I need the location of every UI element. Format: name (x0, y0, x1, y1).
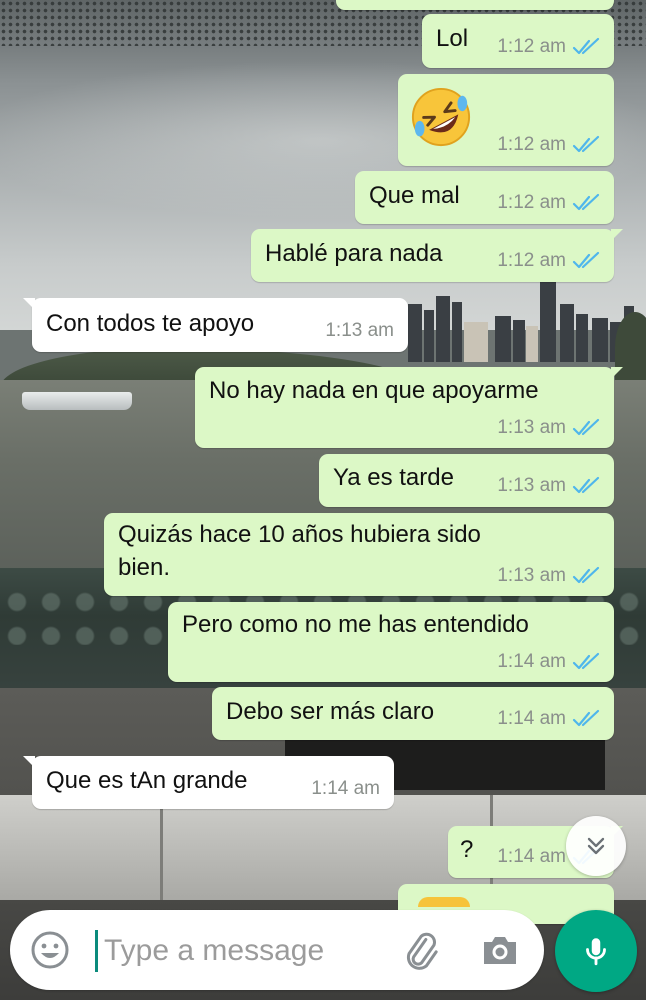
double-chevron-down-icon (587, 837, 605, 855)
message-bubble-outgoing[interactable]: Debo ser más claro 1:14 am (212, 687, 614, 740)
double-check-read-icon (572, 709, 600, 727)
message-time: 1:12 am (497, 192, 566, 213)
message-meta: 1:14 am (497, 651, 600, 673)
double-check-read-icon (572, 251, 600, 269)
bubble-tail (611, 229, 623, 241)
message-text: Que es tAn grande (46, 767, 248, 794)
double-check-read-icon (572, 566, 600, 584)
message-meta: 1:12 am (497, 192, 600, 214)
bubble-tail (611, 367, 623, 379)
message-time: 1:13 am (497, 417, 566, 438)
message-text: Debo ser más claro (226, 698, 435, 725)
wallpaper-city-skyline (408, 282, 634, 362)
camera-icon[interactable] (480, 932, 520, 968)
message-text: No hay nada en que apoyarme (209, 377, 539, 404)
message-text-line-1: Quizás hace 10 años hubiera sido (118, 521, 481, 548)
message-bubble-outgoing[interactable]: Quizás hace 10 años hubiera sido bien. 1… (104, 513, 614, 596)
message-bubble-outgoing[interactable]: Pero como no me has entendido 1:14 am (168, 602, 614, 682)
bubble-tail (23, 298, 35, 310)
message-bubble-incoming[interactable]: Que es tAn grande 1:14 am (23, 756, 394, 809)
partial-emoji-icon (418, 897, 470, 907)
double-check-read-icon (572, 37, 600, 55)
message-meta: 1:13 am (497, 475, 600, 497)
message-text: Pero como no me has entendido (182, 611, 529, 638)
message-meta: 1:13 am (497, 417, 600, 439)
scroll-to-bottom-button[interactable] (566, 816, 626, 876)
double-check-read-icon (572, 476, 600, 494)
message-time: 1:14 am (311, 778, 380, 799)
message-time: 1:14 am (497, 708, 566, 729)
message-meta: 1:12 am (497, 36, 600, 58)
message-text: Lol (436, 25, 469, 52)
message-time: 1:12 am (497, 134, 566, 155)
paperclip-icon[interactable] (402, 930, 446, 974)
rolling-on-the-floor-laughing-emoji-icon (411, 87, 471, 147)
message-meta: 1:13 am (325, 320, 394, 342)
emoji-icon[interactable] (30, 930, 70, 970)
message-time: 1:12 am (497, 36, 566, 57)
message-text: ? (460, 836, 474, 863)
message-composer (10, 910, 544, 990)
message-meta: 1:12 am (497, 250, 600, 272)
voice-message-button[interactable] (555, 910, 637, 992)
message-bubble-outgoing[interactable]: Hablé para nada 1:12 am (251, 229, 623, 282)
microphone-icon (586, 938, 606, 966)
message-meta: 1:14 am (311, 778, 380, 800)
bubble-tail (23, 756, 35, 768)
double-check-read-icon (572, 652, 600, 670)
double-check-read-icon (572, 135, 600, 153)
message-bubble-partial[interactable] (336, 0, 614, 10)
message-time: 1:13 am (497, 565, 566, 586)
double-check-read-icon (572, 418, 600, 436)
message-bubble-incoming[interactable]: Con todos te apoyo 1:13 am (23, 298, 408, 352)
message-text: Ya es tarde (333, 464, 454, 491)
double-check-read-icon (572, 193, 600, 211)
message-time: 1:14 am (497, 846, 566, 867)
message-bubble-outgoing[interactable]: Lol 1:12 am (422, 14, 614, 68)
message-time: 1:14 am (497, 651, 566, 672)
wallpaper-barrier-joint (160, 795, 163, 900)
message-bubble-outgoing[interactable]: Que mal 1:12 am (355, 171, 614, 224)
message-time: 1:13 am (325, 320, 394, 341)
message-text: Con todos te apoyo (46, 310, 255, 337)
message-meta: 1:12 am (497, 134, 600, 156)
message-bubble-outgoing[interactable]: 1:12 am (398, 74, 614, 166)
message-bubble-outgoing[interactable]: No hay nada en que apoyarme 1:13 am (195, 367, 623, 448)
message-input[interactable] (102, 922, 406, 980)
message-meta: 1:14 am (497, 708, 600, 730)
message-meta: 1:13 am (497, 565, 600, 587)
message-bubble-outgoing[interactable]: Ya es tarde 1:13 am (319, 454, 614, 507)
message-text: Que mal (369, 182, 460, 209)
wallpaper-boat (22, 392, 132, 410)
message-text-line-2: bien. (118, 554, 171, 581)
text-cursor (95, 930, 98, 972)
message-text: Hablé para nada (265, 240, 443, 267)
message-time: 1:13 am (497, 475, 566, 496)
message-time: 1:12 am (497, 250, 566, 271)
